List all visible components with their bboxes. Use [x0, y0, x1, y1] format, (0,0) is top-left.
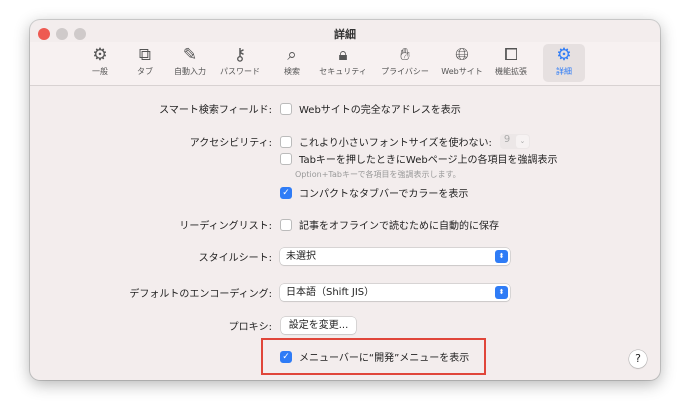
- toolbar-item-7[interactable]: 🌐︎ Webサイト: [432, 44, 492, 82]
- toolbar-label: セキュリティ: [319, 67, 367, 76]
- min-font-checkbox[interactable]: これより小さいフォントサイズを使わない: 9 ⌄: [280, 134, 530, 149]
- gear-icon: ⚙: [92, 45, 108, 65]
- toolbar-label: 一般: [92, 67, 108, 76]
- autofill-icon: ✎: [182, 45, 198, 65]
- option-label: 記事をオフラインで読むために自動的に保存: [299, 221, 499, 232]
- accessibility-label: アクセシビリティ:: [189, 138, 272, 149]
- compact-color-checkbox[interactable]: ✓ コンパクトなタブバーでカラーを表示: [280, 185, 468, 200]
- toolbar-label: パスワード: [220, 67, 260, 76]
- highlight-box: [261, 338, 486, 375]
- select-value: 未選択: [286, 251, 316, 262]
- toolbar-item-0[interactable]: ⚙ 一般: [79, 44, 121, 82]
- toolbar-item-1[interactable]: ⧉ タブ: [124, 44, 166, 82]
- toolbar-label: 機能拡張: [495, 67, 527, 76]
- proxy-settings-button[interactable]: 設定を変更...: [281, 317, 356, 334]
- option-label: Webサイトの完全なアドレスを表示: [299, 105, 461, 116]
- encoding-select[interactable]: 日本語（Shift JIS） ⬍: [280, 284, 510, 301]
- checkbox-checked[interactable]: ✓: [280, 186, 292, 199]
- tab-highlight-checkbox[interactable]: Tabキーを押したときにWebページ上の各項目を強調表示: [280, 151, 558, 166]
- toolbar-label: 詳細: [556, 67, 572, 76]
- toolbar: ⚙ 一般 ⧉ タブ ✎ 自動入力 ⚷ パスワード ⌕ 検索 🔒︎ セキュリティ ✋︎ プライバシー 🌐︎ We…: [30, 42, 660, 86]
- toolbar-item-3[interactable]: ⚷ パスワード: [210, 44, 270, 82]
- select-value: 9: [503, 134, 511, 145]
- chevron-updown-icon: ⬍: [495, 250, 508, 263]
- gears-icon: ⚙: [556, 45, 572, 65]
- option-label: これより小さいフォントサイズを使わない:: [299, 138, 492, 149]
- toolbar-item-6[interactable]: ✋︎ プライバシー: [371, 44, 439, 82]
- hand-icon: ✋︎: [400, 45, 410, 65]
- toolbar-label: 自動入力: [174, 67, 206, 76]
- chevron-updown-icon: ⬍: [495, 286, 508, 299]
- checkbox[interactable]: [280, 135, 292, 148]
- tab-hint: Option+Tabキーで各項目を強調表示します。: [295, 170, 461, 179]
- option-label: Tabキーを押したときにWebページ上の各項目を強調表示: [299, 155, 558, 166]
- lock-icon: 🔒︎: [338, 45, 348, 65]
- toolbar-item-9[interactable]: ⚙ 詳細: [543, 44, 585, 82]
- globe-icon: 🌐︎: [455, 45, 469, 65]
- min-font-size-select[interactable]: 9 ⌄: [499, 134, 530, 149]
- option-label: コンパクトなタブバーでカラーを表示: [299, 189, 469, 200]
- toolbar-label: タブ: [137, 67, 153, 76]
- smart-search-label: スマート検索フィールド:: [159, 105, 272, 116]
- checkbox[interactable]: [280, 152, 292, 165]
- stylesheet-select[interactable]: 未選択 ⬍: [280, 248, 510, 265]
- checkbox[interactable]: [280, 218, 292, 231]
- stylesheet-label: スタイルシート:: [198, 253, 272, 264]
- help-button[interactable]: ?: [629, 350, 647, 368]
- puzzle-icon: ⧠: [504, 45, 518, 65]
- encoding-label: デフォルトのエンコーディング:: [129, 289, 272, 300]
- toolbar-label: Webサイト: [441, 67, 483, 76]
- reading-list-label: リーディングリスト:: [179, 221, 272, 232]
- proxy-label: プロキシ:: [228, 322, 272, 333]
- search-icon: ⌕: [287, 45, 297, 65]
- toolbar-label: 検索: [284, 67, 300, 76]
- toolbar-item-8[interactable]: ⧠ 機能拡張: [484, 44, 538, 82]
- window-title: 詳細: [334, 28, 356, 41]
- tabs-icon: ⧉: [138, 45, 152, 65]
- toolbar-item-2[interactable]: ✎ 自動入力: [164, 44, 216, 82]
- select-value: 日本語（Shift JIS）: [286, 287, 375, 298]
- preferences-window: 詳細 ⚙ 一般 ⧉ タブ ✎ 自動入力 ⚷ パスワード ⌕ 検索 🔒︎ セキュリティ ✋︎ プライバシー 🌐…: [30, 20, 660, 380]
- toolbar-label: プライバシー: [381, 67, 429, 76]
- key-icon: ⚷: [233, 45, 247, 65]
- checkbox[interactable]: [280, 102, 292, 115]
- smart-search-checkbox[interactable]: Webサイトの完全なアドレスを表示: [280, 101, 461, 116]
- reading-list-checkbox[interactable]: 記事をオフラインで読むために自動的に保存: [280, 217, 499, 232]
- toolbar-item-5[interactable]: 🔒︎ セキュリティ: [309, 44, 377, 82]
- chevron-down-icon: ⌄: [515, 135, 529, 148]
- toolbar-item-4[interactable]: ⌕ 検索: [271, 44, 313, 82]
